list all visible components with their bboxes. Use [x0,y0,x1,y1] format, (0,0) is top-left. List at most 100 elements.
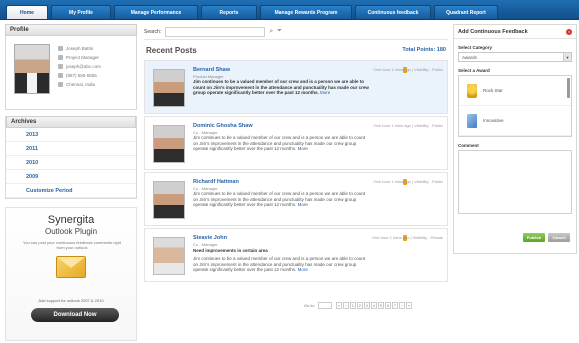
more-link[interactable]: More [298,267,308,272]
promo-subtitle: Outlook Plugin [44,227,98,236]
pagination-page[interactable]: 4 [370,302,377,309]
avatar[interactable] [153,125,185,163]
award-item-rock-star[interactable]: Rock Star [459,76,571,106]
post-body: Jim continues to be a valued member of o… [193,256,371,273]
category-label: Select Category [458,45,493,50]
comment-textarea[interactable] [458,150,572,214]
post-text: Jim continues to be a valued member of o… [193,256,366,272]
archive-item-2013[interactable]: 2013 [6,128,136,142]
post-body: Jim continues to be a valued member of o… [193,79,371,96]
post-body: Jim continues to be a valued member of o… [193,191,371,208]
award-name: Rock Star [483,88,503,93]
post-text: Jim continues to be a valued member of o… [193,191,366,207]
post-headline: Need improvements in certain area [193,248,268,253]
total-points: Total Points: 180 [402,47,446,53]
trophy-icon [467,83,477,98]
archive-item-customize-period[interactable]: Customize Period [6,184,136,198]
phone-icon [58,73,63,78]
envelope-icon [56,256,86,278]
pagination-first[interactable]: « [335,302,342,309]
profile-name-row: Joseph Battin [58,44,101,53]
chevron-down-icon[interactable]: ▼ [563,53,571,61]
search-input[interactable] [165,26,266,37]
pagination-prev[interactable]: ‹ [342,302,349,309]
more-link[interactable]: More [320,90,330,95]
feedback-header: Add Continuous Feedback × [454,25,576,39]
profile-email[interactable]: joseph@abc.com [66,64,101,69]
close-icon[interactable]: × [566,28,572,35]
location-icon [58,82,63,87]
search-bar: Search: ⌕ ⏷ [144,24,448,40]
feedback-title: Add Continuous Feedback [458,28,528,35]
profile-role: Project Manager [66,55,100,60]
award-list: Rock Star Innovative [458,75,572,137]
download-now-button[interactable]: Download Now [31,308,119,322]
posts-header: Recent Posts Total Points: 180 [144,40,448,60]
add-feedback-panel: Add Continuous Feedback × Select Categor… [453,24,577,254]
post-meta: One hour 1 mins ago | Visibility - Publi… [373,67,443,72]
briefcase-icon [58,55,63,60]
post-meta: One hour 1 mins ago | Visibility - Publi… [373,179,443,184]
post-item: Richardf Hattman Co - Manager One hour 1… [144,172,448,226]
avatar[interactable] [153,69,185,107]
cancel-button[interactable]: Cancel [548,233,570,242]
more-link[interactable]: More [298,202,308,207]
award-item-innovative[interactable]: Innovative [459,106,571,136]
profile-card: Joseph Battin Project Manager joseph@abc… [5,36,137,110]
goto-page-input[interactable] [317,302,332,309]
post-item: Steavie John Co - Manager One hour 1 min… [144,228,448,282]
post-author[interactable]: Dominic Ghosha Shaw [193,123,253,129]
archive-item-2011[interactable]: 2011 [6,142,136,156]
pagination-page[interactable]: 3 [363,302,370,309]
tab-my-profile[interactable]: My Profile [51,5,111,19]
top-navigation: Home My Profile Manage Performance Repor… [0,0,579,20]
post-role: Co - Manager [193,242,218,247]
more-link[interactable]: More [298,146,308,151]
archives-panel: Archives 2013 2011 2010 2009 Customize P… [5,116,137,199]
profile-phone-row: (867) 555-5555 [58,71,101,80]
pagination-page[interactable]: 1 [349,302,356,309]
email-icon [58,64,63,69]
tab-home[interactable]: Home [6,5,48,19]
post-meta: One hour 1 mins ago | Visibility - Priva… [372,235,443,240]
profile-email-row: joseph@abc.com [58,62,101,71]
avatar[interactable] [153,237,185,275]
profile-phone: (867) 555-5555 [66,73,97,78]
comment-label: Comment [458,143,479,148]
profile-role-row: Project Manager [58,53,101,62]
tab-quadrant-report[interactable]: Quadrant Report [434,5,498,19]
pagination-page[interactable]: 5 [377,302,384,309]
post-text: Jim continues to be a valued member of o… [193,135,366,151]
pagination-next[interactable]: › [398,302,405,309]
tab-continuous-feedback[interactable]: Continuous feedback [355,5,431,19]
search-icon[interactable]: ⌕ [269,28,273,36]
profile-location-row: Chennai, India [58,80,101,89]
profile-photo [14,44,50,94]
archive-item-2009[interactable]: 2009 [6,170,136,184]
tab-manage-performance[interactable]: Manage Performance [114,5,198,19]
post-author[interactable]: Bernard Shaw [193,67,230,73]
category-value: Awards [462,54,477,60]
user-icon [58,46,63,51]
archive-item-2010[interactable]: 2010 [6,156,136,170]
filter-icon[interactable]: ⏷ [277,28,282,35]
category-select[interactable]: Awards ▼ [458,52,572,62]
post-text: Jim continues to be a valued member of o… [193,79,369,95]
pagination-last[interactable]: » [405,302,412,309]
profile-details: Joseph Battin Project Manager joseph@abc… [58,44,101,89]
promo-support-text: Add support for outlook 2007 & 2010 [38,298,104,303]
publish-button[interactable]: Publish [523,233,545,242]
pagination-page[interactable]: 2 [356,302,363,309]
pagination-page[interactable]: 6 [384,302,391,309]
feedback-actions: Publish Cancel [523,233,570,242]
tab-manage-rewards-program[interactable]: Manage Rewards Program [260,5,352,19]
pagination-page[interactable]: 7 [391,302,398,309]
avatar[interactable] [153,181,185,219]
post-author[interactable]: Richardf Hattman [193,179,239,185]
left-sidebar: Profile Joseph Battin Project Manager jo… [5,24,137,343]
tab-reports[interactable]: Reports [201,5,257,19]
post-body: Jim continues to be a valued member of o… [193,135,371,152]
award-list-scrollbar[interactable] [567,78,570,98]
post-author[interactable]: Steavie John [193,235,227,241]
innovation-icon [467,113,477,128]
